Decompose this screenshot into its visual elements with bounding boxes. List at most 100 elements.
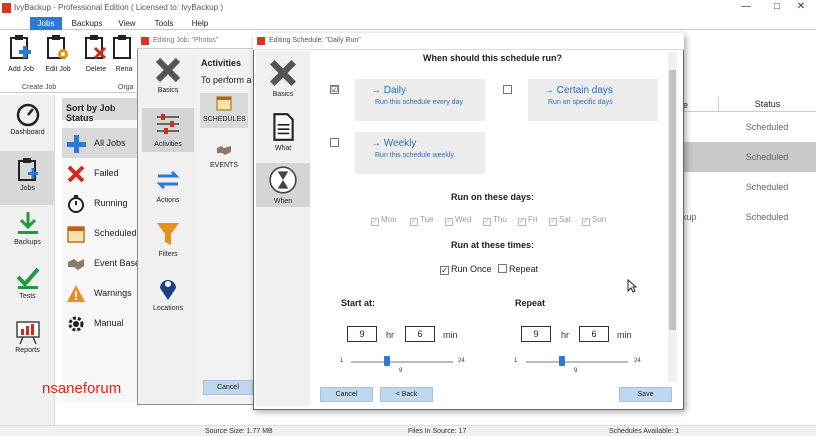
option-title: → Certain days — [544, 85, 613, 96]
daily-checkbox[interactable]: ☑ — [330, 85, 339, 94]
repeat-slider-track[interactable] — [526, 361, 628, 363]
day-wed[interactable]: ✓ Wed — [445, 215, 471, 226]
table-row-status[interactable]: Scheduled — [718, 142, 816, 172]
arrows-cycle-icon — [156, 170, 180, 190]
edit-schedule-title: Editing Schedule: "Daily Run" — [269, 37, 361, 44]
repeat-label: Repeat — [515, 298, 546, 308]
minimize-button[interactable]: — — [731, 1, 761, 12]
start-minute-input[interactable]: 6 — [405, 326, 435, 342]
option-subtitle: Run this schedule every day — [375, 99, 463, 106]
table-row-selected-bg[interactable] — [680, 142, 718, 172]
table-row-name[interactable]: kup — [682, 212, 697, 222]
sidebar-label: Actions — [156, 197, 180, 204]
slider-min-label: 1 — [514, 358, 518, 364]
nav-reports[interactable]: Reports — [0, 313, 55, 367]
nav-tests[interactable]: Tests — [0, 259, 55, 313]
sidebar-label: When — [273, 198, 293, 205]
rename-button[interactable]: Rena — [110, 34, 138, 78]
table-row-status[interactable]: Scheduled — [718, 172, 816, 202]
job-filter-running[interactable]: Running — [62, 188, 142, 218]
run-once-option[interactable]: ✓ Run Once — [440, 264, 492, 275]
nav-backups[interactable]: Backups — [0, 205, 55, 259]
start-slider-thumb[interactable] — [383, 356, 390, 366]
weekly-checkbox[interactable] — [330, 138, 339, 147]
day-label: Thu — [493, 215, 507, 224]
day-sun[interactable]: ✓ Sun — [582, 215, 606, 226]
option-certain-days[interactable]: → Certain days Run on specific days — [528, 79, 658, 121]
edit-job-cancel-button[interactable]: Cancel — [203, 380, 253, 395]
job-filter-scheduled[interactable]: Scheduled — [62, 218, 142, 248]
col-status-header[interactable]: Status — [718, 97, 816, 111]
tab-jobs[interactable]: Jobs — [30, 17, 62, 30]
day-checkbox: ✓ — [549, 218, 557, 226]
sidebar-label: Filters — [158, 251, 178, 258]
status-bar: Source Size: 1.77 MB Files In Source: 17… — [0, 425, 816, 436]
schedule-nav-what[interactable]: What — [256, 110, 310, 154]
tab-help[interactable]: Help — [186, 17, 214, 30]
job-filter-label: All Jobs — [94, 138, 126, 148]
edit-job-basics[interactable]: Basics — [142, 56, 194, 94]
job-filter-warnings[interactable]: Warnings — [62, 278, 142, 308]
nav-jobs[interactable]: Jobs — [0, 151, 55, 205]
day-label: Wed — [455, 215, 472, 224]
edit-job-activities[interactable]: Activities — [142, 108, 194, 152]
job-filter-manual[interactable]: Manual — [62, 308, 142, 338]
schedule-back-button[interactable]: < Back — [380, 387, 433, 402]
repeat-minute-input[interactable]: 6 — [579, 326, 609, 342]
repeat-hour-input[interactable]: 9 — [521, 326, 551, 342]
warning-icon — [67, 285, 85, 302]
day-fri[interactable]: ✓ Fri — [518, 215, 537, 226]
repeat-hr-unit: hr — [561, 330, 570, 340]
tab-view[interactable]: View — [112, 17, 142, 30]
edit-job-locations[interactable]: Locations — [142, 274, 194, 312]
close-button[interactable]: ✕ — [786, 1, 816, 12]
schedule-question: When should this schedule run? — [422, 53, 562, 63]
table-row-status[interactable]: Scheduled — [718, 202, 816, 232]
table-row-status[interactable]: Scheduled — [718, 112, 816, 142]
edit-job-dialog-title: Editing Job: "Photos" — [153, 37, 219, 44]
start-hour-input[interactable]: 9 — [347, 326, 377, 342]
watermark-text: nsaneforum — [42, 380, 122, 397]
schedule-scrollbar[interactable] — [668, 52, 677, 382]
repeat-option[interactable]: Repeat — [498, 264, 538, 274]
day-tue[interactable]: ✓ Tue — [410, 215, 434, 226]
download-icon — [17, 212, 38, 234]
mouse-cursor-icon — [627, 279, 637, 293]
repeat-slider-thumb[interactable] — [558, 356, 565, 366]
schedule-nav-when[interactable]: When — [256, 163, 310, 207]
day-mon[interactable]: ✓ Mon — [371, 215, 397, 226]
job-filter-all[interactable]: All Jobs — [62, 128, 142, 158]
sidebar-label: Locations — [153, 305, 183, 312]
delete-label: Delete — [85, 66, 107, 73]
tab-schedules[interactable]: SCHEDULES — [200, 93, 248, 128]
tab-backups[interactable]: Backups — [68, 17, 106, 30]
day-thu[interactable]: ✓ Thu — [483, 215, 507, 226]
run-once-label: Run Once — [451, 264, 492, 274]
rename-label: Rena — [115, 66, 133, 73]
tab-events[interactable]: EVENTS — [200, 140, 248, 175]
edit-job-button[interactable]: Edit Job — [38, 34, 78, 78]
option-weekly[interactable]: → Weekly Run this schedule weekly — [355, 132, 485, 174]
plus-icon — [67, 135, 86, 153]
schedule-nav-basics[interactable]: Basics — [256, 56, 310, 100]
start-min-unit: min — [443, 330, 458, 340]
tab-label: EVENTS — [210, 162, 239, 169]
start-slider-track[interactable] — [351, 361, 453, 363]
scrollbar-thumb[interactable] — [669, 70, 676, 330]
nav-label: Tests — [19, 293, 36, 300]
edit-job-filters[interactable]: Filters — [142, 220, 194, 258]
job-filter-event-based[interactable]: Event Base — [62, 248, 142, 278]
tab-tools[interactable]: Tools — [148, 17, 180, 30]
schedule-save-button[interactable]: Save — [619, 387, 672, 402]
schedule-cancel-button[interactable]: Cancel — [320, 387, 373, 402]
add-job-button[interactable]: Add Job — [1, 34, 41, 78]
slider-max-label: 24 — [634, 358, 641, 364]
option-daily[interactable]: → Daily Run this schedule every day — [355, 79, 485, 121]
job-filter-failed[interactable]: Failed — [62, 158, 142, 188]
certain-days-checkbox[interactable] — [503, 85, 512, 94]
job-filter-label: Warnings — [94, 288, 132, 298]
edit-job-actions[interactable]: Actions — [142, 166, 194, 204]
day-sat[interactable]: ✓ Sat — [549, 215, 571, 226]
nav-dashboard[interactable]: Dashboard — [0, 97, 55, 151]
edit-schedule-sidebar — [256, 51, 310, 406]
